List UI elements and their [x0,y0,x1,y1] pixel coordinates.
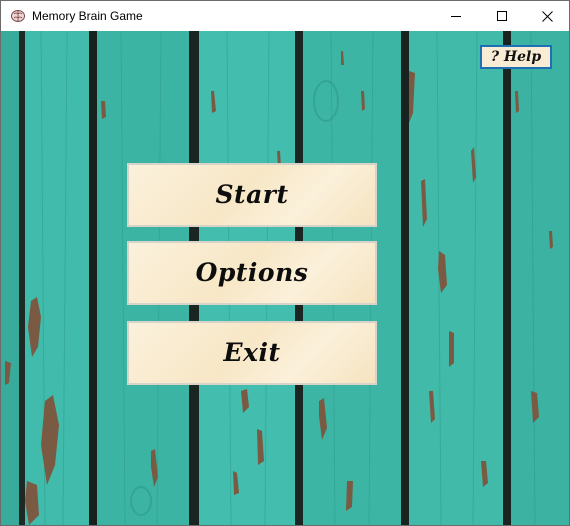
minimize-button[interactable] [434,1,479,31]
close-icon [542,11,553,22]
start-button[interactable]: Start [127,163,377,227]
maximize-button[interactable] [480,1,525,31]
window-title: Memory Brain Game [32,9,143,23]
help-button[interactable]: ? Help [480,45,552,69]
app-window: Memory Brain Game ? Help Start Options E… [0,0,570,526]
exit-button[interactable]: Exit [127,321,377,385]
options-button[interactable]: Options [127,241,377,305]
maximize-icon [497,11,507,21]
title-bar[interactable]: Memory Brain Game [1,1,569,31]
brain-icon [10,8,26,24]
close-button[interactable] [525,1,570,31]
minimize-icon [451,16,461,17]
game-menu-area: ? Help Start Options Exit [1,31,569,525]
